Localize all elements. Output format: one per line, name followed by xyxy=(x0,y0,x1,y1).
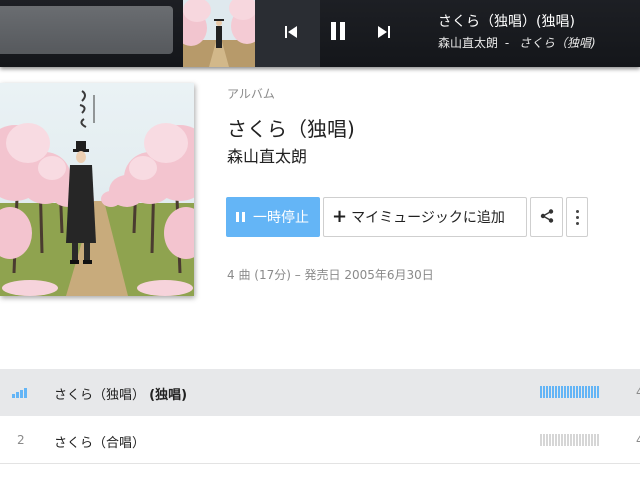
pause-button-label: 一時停止 xyxy=(253,210,309,226)
previous-icon xyxy=(285,24,297,43)
popularity-tick xyxy=(573,434,575,446)
popularity-tick xyxy=(585,434,587,446)
popularity-tick xyxy=(558,386,560,398)
popularity-tick xyxy=(567,386,569,398)
popularity-tick xyxy=(582,434,584,446)
now-playing-equalizer-icon xyxy=(12,386,27,398)
popularity-tick xyxy=(579,386,581,398)
popularity-tick xyxy=(588,434,590,446)
pause-button[interactable] xyxy=(323,18,353,48)
player-bar: さくら（独唱）(独唱) 森山直太朗 - さくら（独唱) xyxy=(0,0,640,67)
popularity-tick xyxy=(564,386,566,398)
track-row[interactable]: 2 さくら（合唱） 4 xyxy=(0,417,640,464)
more-vert-icon xyxy=(575,209,579,213)
playback-controls xyxy=(255,0,400,67)
next-icon xyxy=(378,24,390,43)
popularity-tick xyxy=(543,434,545,446)
now-playing-subtitle: 森山直太朗 - さくら（独唱) xyxy=(438,34,596,51)
popularity-tick xyxy=(540,386,542,398)
pause-album-button[interactable]: 一時停止 xyxy=(226,197,320,237)
popularity-tick xyxy=(558,434,560,446)
album-type-label: アルバム xyxy=(227,87,275,101)
popularity-tick xyxy=(546,386,548,398)
now-playing-artist[interactable]: 森山直太朗 xyxy=(438,36,498,50)
track-duration: 4 xyxy=(636,385,640,399)
popularity-tick xyxy=(588,386,590,398)
popularity-tick xyxy=(594,434,596,446)
popularity-tick xyxy=(582,386,584,398)
popularity-tick xyxy=(561,434,563,446)
track-number: 2 xyxy=(17,433,25,447)
track-title: さくら（独唱） (独唱) xyxy=(54,388,188,403)
next-button[interactable] xyxy=(369,18,399,48)
popularity-tick xyxy=(561,386,563,398)
now-playing-thumbnail[interactable] xyxy=(183,0,255,67)
now-playing-album[interactable]: さくら（独唱) xyxy=(519,36,596,50)
popularity-tick xyxy=(567,434,569,446)
search-input[interactable] xyxy=(0,6,173,54)
now-playing-title[interactable]: さくら（独唱）(独唱) xyxy=(438,11,575,31)
album-art xyxy=(0,83,194,296)
popularity-tick xyxy=(570,434,572,446)
popularity-tick xyxy=(552,434,554,446)
popularity-tick xyxy=(591,386,593,398)
track-row[interactable]: さくら（独唱） (独唱) 4 xyxy=(0,369,640,416)
popularity-tick xyxy=(570,386,572,398)
previous-button[interactable] xyxy=(276,18,306,48)
popularity-tick xyxy=(564,434,566,446)
popularity-tick xyxy=(552,386,554,398)
popularity-tick xyxy=(576,434,578,446)
popularity-tick xyxy=(576,386,578,398)
album-title: さくら（独唱) xyxy=(227,117,355,141)
share-button[interactable] xyxy=(530,197,563,237)
popularity-tick xyxy=(597,434,599,446)
track-duration: 4 xyxy=(636,433,640,447)
popularity-bar xyxy=(540,434,599,446)
row-divider xyxy=(0,463,640,464)
popularity-tick xyxy=(585,386,587,398)
separator: - xyxy=(504,36,510,50)
popularity-tick xyxy=(543,386,545,398)
popularity-tick xyxy=(591,434,593,446)
popularity-tick xyxy=(555,386,557,398)
track-title-suffix: (独唱) xyxy=(149,388,188,403)
popularity-tick xyxy=(594,386,596,398)
popularity-bar xyxy=(540,386,599,398)
more-options-button[interactable] xyxy=(566,197,588,237)
pause-icon xyxy=(330,22,346,44)
popularity-tick xyxy=(573,386,575,398)
popularity-tick xyxy=(549,434,551,446)
popularity-tick xyxy=(540,434,542,446)
track-title: さくら（合唱） xyxy=(54,436,146,451)
album-artist[interactable]: 森山直太朗 xyxy=(227,143,307,167)
plus-icon: + xyxy=(332,206,348,227)
album-meta: 4 曲 (17分) – 発売日 2005年6月30日 xyxy=(227,268,434,282)
popularity-tick xyxy=(579,434,581,446)
popularity-tick xyxy=(555,434,557,446)
popularity-tick xyxy=(597,386,599,398)
popularity-tick xyxy=(546,434,548,446)
share-icon xyxy=(540,208,554,227)
pause-icon xyxy=(236,212,245,222)
add-to-my-music-button[interactable]: + マイミュージックに追加 xyxy=(323,197,527,237)
add-button-label: マイミュージックに追加 xyxy=(351,210,505,226)
popularity-tick xyxy=(549,386,551,398)
